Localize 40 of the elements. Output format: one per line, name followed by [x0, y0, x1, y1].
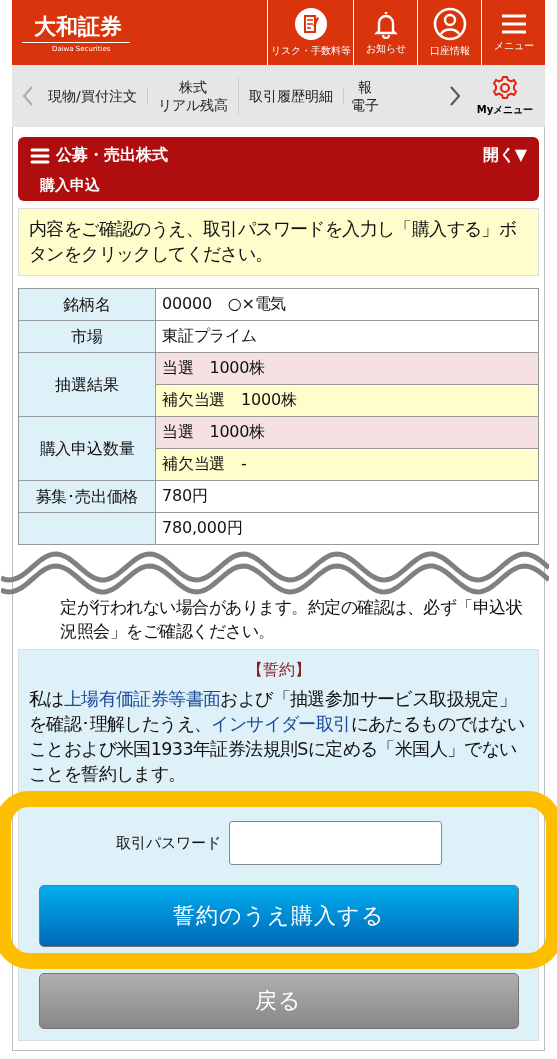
settings-icon — [492, 75, 518, 101]
expand-toggle[interactable]: 開く▼ — [482, 145, 527, 166]
chevron-right-icon[interactable] — [449, 85, 461, 107]
table-cell: 当選 1000株 — [155, 352, 539, 385]
chevron-left-icon[interactable] — [22, 85, 34, 107]
text-link[interactable]: 上場有価証券等書面 — [63, 689, 221, 709]
document-icon — [293, 7, 328, 41]
logo-text: 大和証券 — [33, 12, 123, 39]
table-header-cell: 購入申込数量 — [18, 416, 156, 481]
oath-text: 私は上場有価証券等書面および「抽選参加サービス取扱規定」を確認･理解したうえ、インサイダー取引 にあたるものではないことおよび米国1933年証券法規則Sに定める「米国人」でないことを誓約します。 — [29, 688, 526, 786]
submit-button[interactable]: 誓約のうえ購入する — [38, 885, 519, 947]
table-header-cell: 募集･売出価格 — [18, 480, 156, 513]
section-title: 公募・売出株式 — [56, 145, 169, 166]
my-menu-button[interactable]: Myメニュー — [465, 75, 545, 117]
table-header-cell: 市場 — [18, 320, 156, 353]
menu-icon — [499, 12, 528, 36]
account-icon — [432, 7, 467, 41]
nav-link[interactable]: 報 電子 — [343, 78, 386, 114]
table-cell: 当選 1000株 — [155, 416, 539, 449]
oath-title: 【誓約】 — [245, 660, 312, 681]
table-cell: 780円 — [155, 480, 539, 513]
nav-link[interactable]: 現物/買付注文 — [38, 87, 148, 105]
table-cell: 00000 ○×電気 — [155, 288, 539, 321]
table-header-cell: 銘柄名 — [18, 288, 156, 321]
table-cell: 780,000円 — [155, 512, 539, 545]
section-subtitle: 購入申込 — [40, 176, 101, 195]
instruction-notice: 内容をご確認のうえ、取引パスワードを入力し「購入する」ボタンをクリックしてください。 — [18, 208, 539, 276]
menu-icon — [30, 147, 50, 164]
note-text: 定が行われない場合があります。約定の確認は、必ず「申込状況照会」をご確認ください。 — [59, 596, 523, 643]
table-cell: 補欠当選 1000株 — [155, 384, 539, 417]
table-header-cell: 抽選結果 — [18, 352, 156, 417]
bell-icon — [372, 9, 399, 39]
nav-link[interactable]: 取引履歴明細 — [238, 87, 344, 105]
nav-link[interactable]: 株式 リアル残高 — [147, 78, 239, 114]
text-link[interactable]: インサイダー取引 — [211, 714, 351, 734]
password-field[interactable] — [228, 821, 442, 865]
table-cell: 東証プライム — [155, 320, 539, 353]
field-label: 取引パスワード — [115, 833, 221, 853]
table-cell: 補欠当選 - — [155, 448, 539, 481]
header-button[interactable]: リスク・手数料等 — [267, 0, 353, 65]
